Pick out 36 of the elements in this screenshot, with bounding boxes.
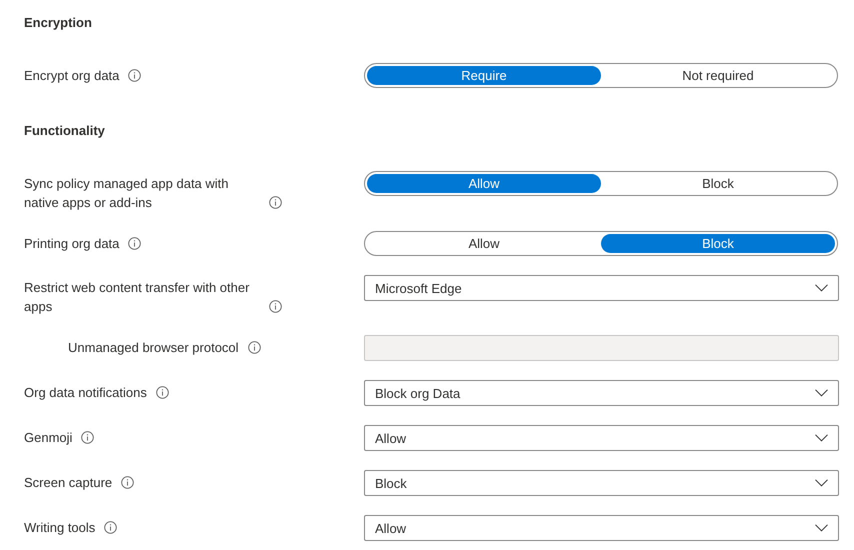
toggle-option[interactable]: Require	[367, 66, 601, 85]
info-icon[interactable]	[121, 476, 134, 489]
chevron-down-icon	[815, 479, 828, 487]
setting-label: Unmanaged browser protocol	[68, 339, 239, 357]
setting-label: Printing org data	[24, 235, 120, 253]
setting-label: Screen capture	[24, 474, 112, 492]
toggle-option[interactable]: Block	[601, 174, 835, 193]
dropdown[interactable]: Block	[364, 470, 839, 496]
toggle-option[interactable]: Not required	[601, 66, 835, 85]
dropdown[interactable]: Allow	[364, 515, 839, 541]
toggle-option[interactable]: Allow	[367, 234, 601, 253]
section-heading: Encryption	[24, 14, 92, 32]
info-icon[interactable]	[156, 386, 169, 399]
chevron-down-icon	[815, 389, 828, 397]
info-icon[interactable]	[128, 69, 142, 82]
setting-label: Encrypt org data	[24, 67, 120, 85]
dropdown[interactable]: Microsoft Edge	[364, 275, 839, 301]
info-icon[interactable]	[81, 431, 94, 444]
chevron-down-icon	[815, 284, 828, 292]
setting-label: Writing tools	[24, 519, 96, 537]
chevron-down-icon	[815, 434, 828, 442]
info-icon[interactable]	[248, 341, 261, 354]
dropdown[interactable]: Allow	[364, 425, 839, 451]
toggle-option[interactable]: Allow	[367, 174, 601, 193]
info-icon[interactable]	[269, 300, 282, 313]
setting-label: Org data notifications	[24, 384, 147, 402]
setting-label: Genmoji	[24, 429, 72, 447]
info-icon[interactable]	[104, 521, 118, 534]
setting-label: Sync policy managed app data with native apps or add-ins	[24, 175, 230, 212]
setting-label: Restrict web content transfer with other apps	[24, 279, 250, 316]
section-heading: Functionality	[24, 122, 105, 140]
info-icon[interactable]	[128, 237, 142, 250]
chevron-down-icon	[815, 524, 828, 532]
info-icon[interactable]	[269, 196, 282, 209]
dropdown[interactable]: Block org Data	[364, 380, 839, 406]
toggle-option[interactable]: Block	[601, 234, 835, 253]
